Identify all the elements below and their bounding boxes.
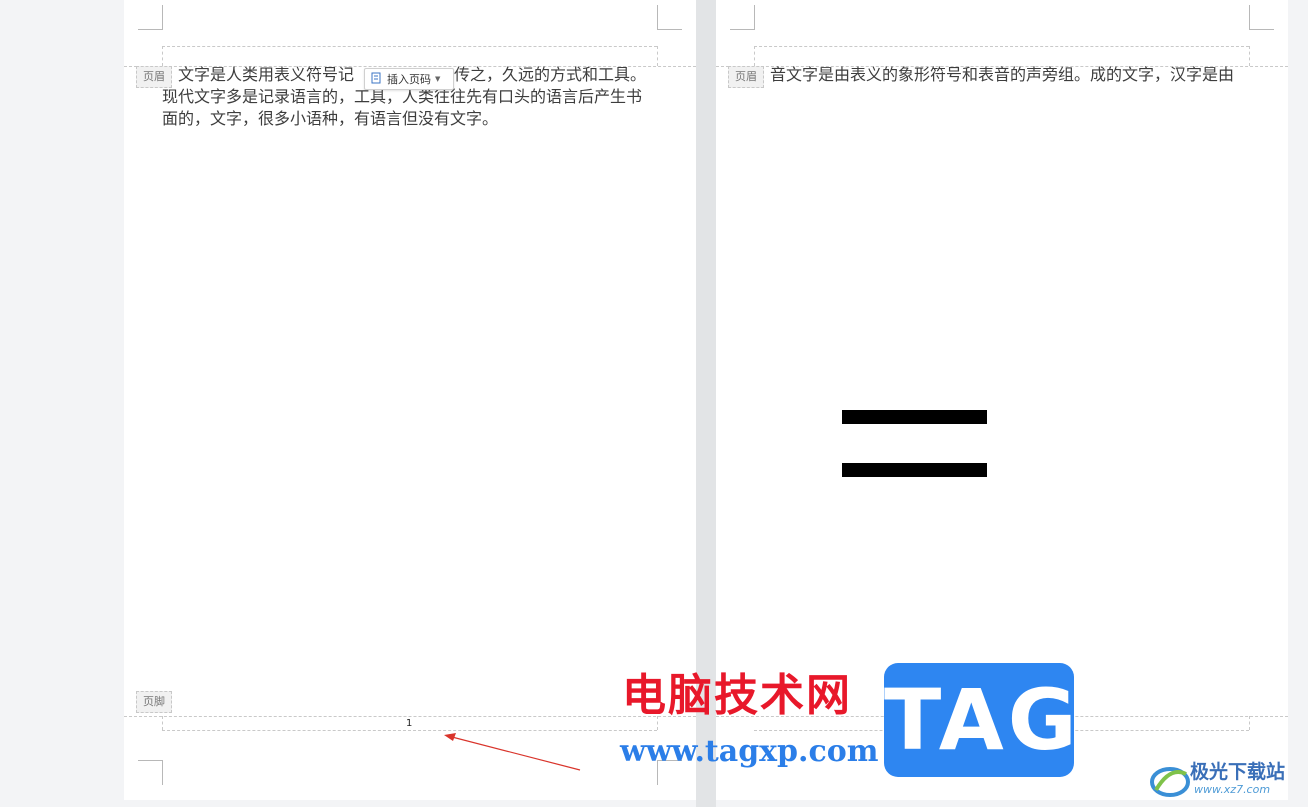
watermark-tag-badge: TAG	[884, 663, 1077, 777]
watermark-title: 电脑技术网	[622, 670, 852, 721]
site-logo-url: www.xz7.com	[1194, 783, 1271, 796]
site-logo-name: 极光下载站	[1190, 761, 1286, 783]
watermark-url: www.tagxp.com	[620, 734, 879, 769]
